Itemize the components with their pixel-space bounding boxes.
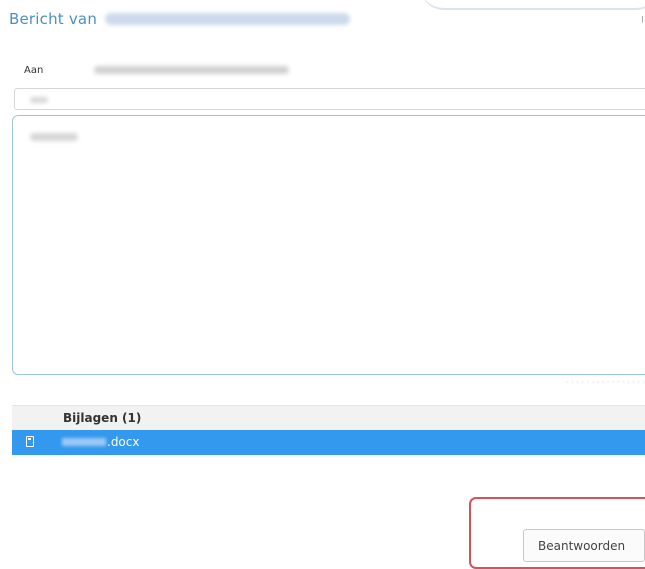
message-body-textarea[interactable] [12, 115, 645, 375]
recipient-label: Aan [24, 64, 44, 76]
sender-email-redacted [105, 13, 351, 25]
recipient-email-redacted [94, 66, 289, 74]
attachment-name-redacted [62, 438, 106, 446]
attachment-row[interactable]: .docx [12, 430, 645, 455]
file-icon [26, 436, 34, 447]
decorative-arc [420, 0, 645, 10]
message-body-text-redacted [30, 133, 78, 141]
reply-button[interactable]: Beantwoorden [523, 529, 645, 562]
subject-field[interactable] [14, 88, 645, 110]
attachment-extension[interactable]: .docx [107, 435, 139, 449]
attachments-header-label: Bijlagen (1) [63, 411, 142, 425]
attachments-header: Bijlagen (1) [12, 405, 645, 430]
character-counter-redacted: · · · · · · · · · · · · · · · · [566, 378, 645, 387]
close-icon[interactable]: ╷ [639, 10, 645, 26]
recipient-row: Aan [24, 60, 289, 80]
message-header: Bericht van [9, 8, 351, 30]
page-title: Bericht van [9, 10, 98, 28]
subject-text-redacted [30, 97, 48, 103]
